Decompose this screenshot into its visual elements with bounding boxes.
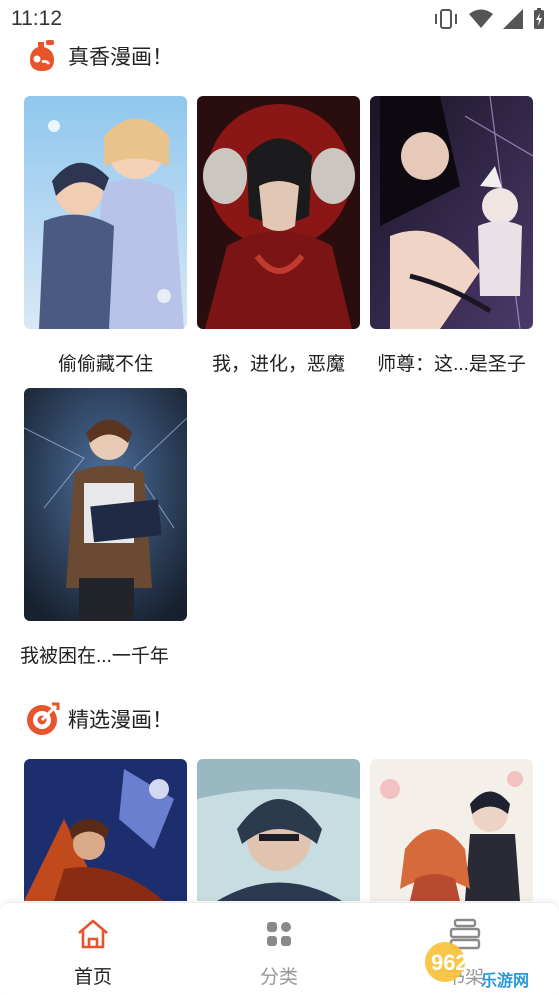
section-title: 真香漫画！ bbox=[68, 46, 173, 69]
watermark-subtext: 乐游网 bbox=[481, 971, 529, 990]
comic-card[interactable]: 师尊：这...是圣子 bbox=[370, 96, 533, 376]
nav-tab-home[interactable]: 首页 bbox=[43, 917, 143, 989]
site-watermark: 962.NET 乐游网 bbox=[423, 938, 553, 990]
nav-tab-category[interactable]: 分类 bbox=[229, 917, 329, 989]
watermark-text: 962.NET bbox=[431, 950, 518, 975]
comic-title[interactable]: 师尊：这...是圣子 bbox=[370, 349, 533, 376]
comic-title[interactable]: 偷偷藏不住 bbox=[24, 349, 187, 376]
vibrate-icon bbox=[433, 8, 459, 35]
comic-cover-image[interactable] bbox=[197, 759, 360, 901]
section-header-featured: 精选漫画！ bbox=[24, 701, 173, 737]
wifi-icon bbox=[469, 9, 493, 34]
comic-cover-image[interactable] bbox=[370, 759, 533, 901]
target-icon bbox=[24, 701, 60, 737]
comic-cover-image[interactable] bbox=[24, 759, 187, 901]
comic-cover-image[interactable] bbox=[370, 96, 533, 329]
battery-charging-icon bbox=[533, 8, 545, 35]
home-icon bbox=[75, 919, 111, 955]
nav-label: 分类 bbox=[259, 967, 298, 988]
comic-card[interactable]: 我，进化，恶魔 bbox=[197, 96, 360, 376]
comic-card[interactable]: 偷偷藏不住 bbox=[24, 96, 187, 376]
grid-icon bbox=[263, 922, 295, 955]
comic-title[interactable]: 我，进化，恶魔 bbox=[197, 349, 360, 376]
comic-cover-image[interactable] bbox=[24, 96, 187, 329]
section-header-hot: 真香漫画！ bbox=[24, 38, 173, 74]
flask-icon bbox=[24, 38, 60, 74]
comic-card[interactable]: 我被困在...一千年 bbox=[20, 388, 187, 668]
status-time: 11:12 bbox=[11, 7, 62, 30]
section-title: 精选漫画！ bbox=[68, 709, 173, 732]
status-bar: 11:12 bbox=[0, 0, 559, 38]
comic-cover-image[interactable] bbox=[24, 388, 187, 621]
comic-cover-image[interactable] bbox=[197, 96, 360, 329]
signal-icon bbox=[503, 9, 523, 34]
nav-label: 首页 bbox=[73, 967, 112, 988]
comic-title[interactable]: 我被困在...一千年 bbox=[20, 641, 187, 668]
